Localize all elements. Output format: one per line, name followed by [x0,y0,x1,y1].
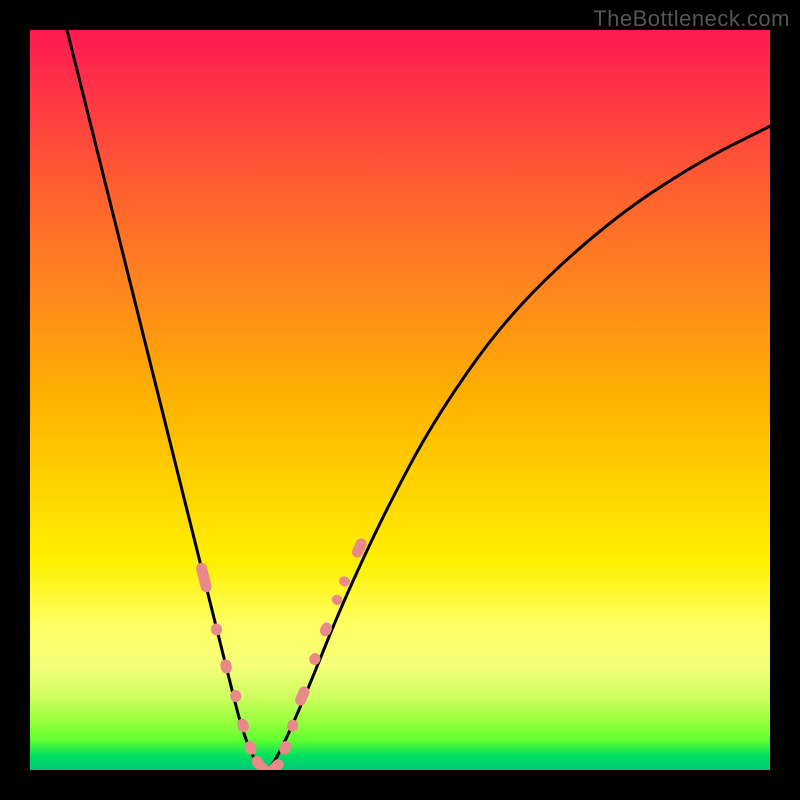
marker-left-branch-markers [195,562,213,594]
curve-group [67,30,770,770]
marker-left-branch-markers [219,658,233,674]
plot-area [30,30,770,770]
chart-container: TheBottleneck.com [0,0,800,800]
marker-left-branch-markers [210,622,224,636]
marker-left-branch-markers [236,717,251,734]
marker-right-branch-markers [308,651,323,666]
chart-svg [30,30,770,770]
marker-group [195,537,369,770]
marker-left-branch-markers [243,739,258,756]
curve-right-branch [267,126,770,770]
marker-right-branch-markers [285,718,300,733]
marker-right-branch-markers [318,621,333,638]
curve-left-branch [67,30,267,770]
watermark-text: TheBottleneck.com [593,6,790,32]
